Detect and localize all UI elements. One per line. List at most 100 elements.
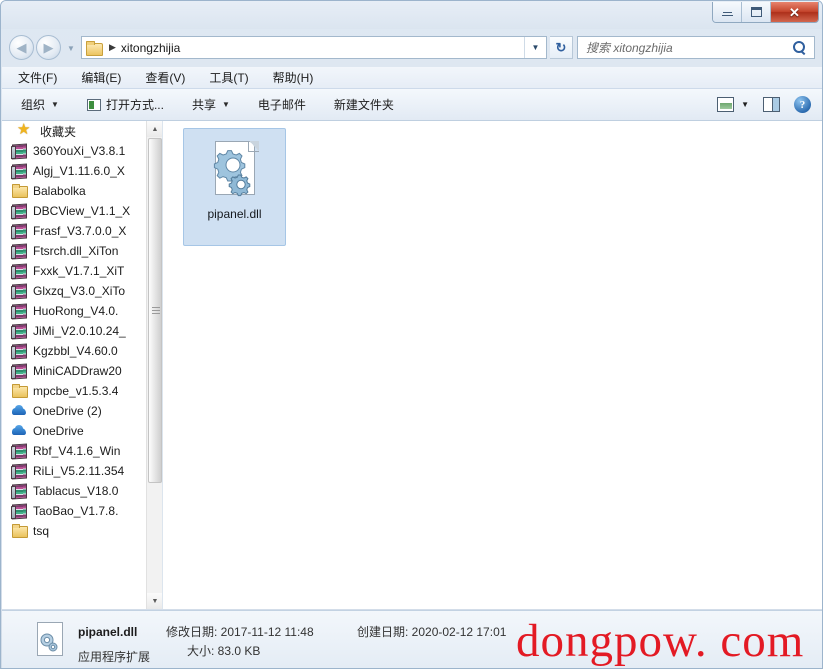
menu-item-help[interactable]: 帮助(H) (271, 67, 316, 88)
close-button[interactable]: ✕ (771, 2, 818, 22)
email-button[interactable]: 电子邮件 (255, 93, 309, 117)
address-bar-row: ◀ ▶ ▼ ▶ xitongzhijia ▼ ↻ (1, 31, 822, 65)
back-button[interactable]: ◀ (9, 35, 34, 60)
maximize-button[interactable] (742, 2, 771, 22)
status-file-info: pipanel.dll 应用程序扩展 (78, 623, 150, 665)
new-folder-button[interactable]: 新建文件夹 (331, 93, 397, 117)
title-bar: ✕ (1, 1, 822, 29)
status-created-date: 创建日期: 2020-02-12 17:01 (357, 625, 507, 639)
file-list-pane[interactable]: pipanel.dll (164, 121, 822, 609)
window-controls: ✕ (712, 2, 819, 23)
organize-label: 组织 (21, 98, 46, 112)
preview-pane-icon[interactable] (763, 97, 780, 112)
sidebar-item-label: TaoBao_V1.7.8. (33, 504, 119, 518)
sidebar-item-fxxk[interactable]: Fxxk_V1.7.1_XiT (2, 261, 152, 281)
search-icon[interactable] (793, 40, 807, 55)
change-view-icon[interactable] (717, 97, 735, 112)
open-with-button[interactable]: 打开方式... (84, 93, 167, 117)
menu-item-file[interactable]: 文件(F) (16, 67, 59, 88)
status-file-size: 大小: 83.0 KB (187, 644, 261, 658)
toolbar: 组织 ▼ 打开方式... 共享 ▼ 电子邮件 新建文件夹 ▼ ? (2, 89, 822, 121)
sidebar-item-tablacus[interactable]: Tablacus_V18.0 (2, 481, 152, 501)
chevron-down-icon: ▼ (67, 43, 75, 53)
forward-button[interactable]: ▶ (36, 35, 61, 60)
sidebar-item-label: HuoRong_V4.0. (33, 304, 119, 318)
archive-icon (11, 283, 28, 299)
sidebar-item-label: Kgzbbl_V4.60.0 (33, 344, 118, 358)
chevron-down-icon[interactable]: ▼ (741, 100, 749, 109)
address-box[interactable]: ▶ xitongzhijia ▼ (81, 36, 547, 59)
sidebar-item-onedrive-2[interactable]: OneDrive (2) (2, 401, 152, 421)
sidebar-item-label: OneDrive (2) (33, 404, 102, 418)
archive-icon (11, 363, 28, 379)
cloud-icon (11, 403, 28, 419)
new-folder-label: 新建文件夹 (333, 98, 394, 112)
menu-item-edit[interactable]: 编辑(E) (79, 67, 123, 88)
navigation-pane: 收藏夹 360YouXi_V3.8.1 Algj_V1.11.6.0_X Bal… (2, 121, 163, 609)
archive-icon (11, 243, 28, 259)
sidebar-item-onedrive[interactable]: OneDrive (2, 421, 152, 441)
sidebar-item-algj[interactable]: Algj_V1.11.6.0_X (2, 161, 152, 181)
sidebar-item-ftsrch[interactable]: Ftsrch.dll_XiTon (2, 241, 152, 261)
sidebar-item-jimi[interactable]: JiMi_V2.0.10.24_ (2, 321, 152, 341)
share-button[interactable]: 共享 ▼ (189, 93, 233, 117)
dll-icon-small (35, 622, 65, 658)
sidebar-item-minicaddraw[interactable]: MiniCADDraw20 (2, 361, 152, 381)
sidebar-item-label: OneDrive (33, 424, 84, 438)
sidebar-item-label: Algj_V1.11.6.0_X (33, 164, 125, 178)
sidebar-item-label: 360YouXi_V3.8.1 (33, 144, 126, 158)
folder-icon (11, 523, 28, 539)
scroll-up-icon[interactable]: ▲ (147, 121, 162, 137)
organize-button[interactable]: 组织 ▼ (18, 93, 62, 117)
sidebar-item-balabolka[interactable]: Balabolka (2, 181, 152, 201)
sidebar-item-favorites[interactable]: 收藏夹 (2, 121, 152, 141)
minimize-icon (721, 13, 733, 16)
archive-icon (11, 463, 28, 479)
open-with-label: 打开方式... (105, 98, 164, 112)
gears-icon (213, 150, 250, 197)
sidebar-item-kgzbbl[interactable]: Kgzbbl_V4.60.0 (2, 341, 152, 361)
sidebar-scrollbar[interactable]: ▲ ▼ (146, 121, 162, 609)
sidebar-item-frasf[interactable]: Frasf_V3.7.0.0_X (2, 221, 152, 241)
toolbar-right-group: ▼ ? (717, 96, 822, 113)
file-item-pipanel-dll[interactable]: pipanel.dll (183, 128, 286, 246)
sidebar-item-label: RiLi_V5.2.11.354 (33, 464, 125, 478)
search-input[interactable] (584, 39, 782, 56)
sidebar-item-label: Fxxk_V1.7.1_XiT (33, 264, 125, 278)
explorer-window: ✕ ◀ ▶ ▼ ▶ xitongzhijia ▼ ↻ 文件(F) 编 (0, 0, 823, 669)
sidebar-item-mpcbe[interactable]: mpcbe_v1.5.3.4 (2, 381, 152, 401)
email-label: 电子邮件 (257, 98, 306, 112)
archive-icon (11, 263, 28, 279)
archive-icon (11, 323, 28, 339)
scroll-down-icon[interactable]: ▼ (147, 593, 162, 609)
menu-item-view[interactable]: 查看(V) (143, 67, 187, 88)
status-bar: pipanel.dll 应用程序扩展 修改日期: 2017-11-12 11:4… (2, 610, 822, 668)
sidebar-item-huorong[interactable]: HuoRong_V4.0. (2, 301, 152, 321)
sidebar-item-dbcview[interactable]: DBCView_V1.1_X (2, 201, 152, 221)
refresh-button[interactable]: ↻ (550, 36, 573, 59)
folder-icon (11, 183, 28, 199)
scrollbar-thumb[interactable] (148, 138, 162, 483)
sidebar-item-360youxi[interactable]: 360YouXi_V3.8.1 (2, 141, 152, 161)
scrollbar-grip-icon (152, 307, 160, 314)
sidebar-item-taobao[interactable]: TaoBao_V1.7.8. (2, 501, 152, 521)
sidebar-item-rbf[interactable]: Rbf_V4.1.6_Win (2, 441, 152, 461)
body-area: 收藏夹 360YouXi_V3.8.1 Algj_V1.11.6.0_X Bal… (2, 121, 822, 609)
recent-pages-button[interactable]: ▼ (65, 41, 77, 55)
star-icon (17, 121, 35, 139)
sidebar-item-label: Ftsrch.dll_XiTon (33, 244, 119, 258)
close-icon: ✕ (789, 4, 800, 20)
help-icon[interactable]: ? (794, 96, 811, 113)
search-box[interactable] (577, 36, 815, 59)
gears-icon-small (40, 633, 58, 652)
menu-item-tools[interactable]: 工具(T) (207, 67, 250, 88)
sidebar-item-rili[interactable]: RiLi_V5.2.11.354 (2, 461, 152, 481)
address-dropdown-icon[interactable]: ▼ (524, 37, 546, 58)
minimize-button[interactable] (713, 2, 742, 22)
sidebar-item-label: 收藏夹 (40, 124, 77, 139)
sidebar-item-label: DBCView_V1.1_X (33, 204, 131, 218)
sidebar-item-tsq[interactable]: tsq (2, 521, 152, 541)
archive-icon (11, 143, 28, 159)
sidebar-item-glxzq[interactable]: Glxzq_V3.0_XiTo (2, 281, 152, 301)
breadcrumb-path[interactable]: xitongzhijia (121, 41, 180, 55)
